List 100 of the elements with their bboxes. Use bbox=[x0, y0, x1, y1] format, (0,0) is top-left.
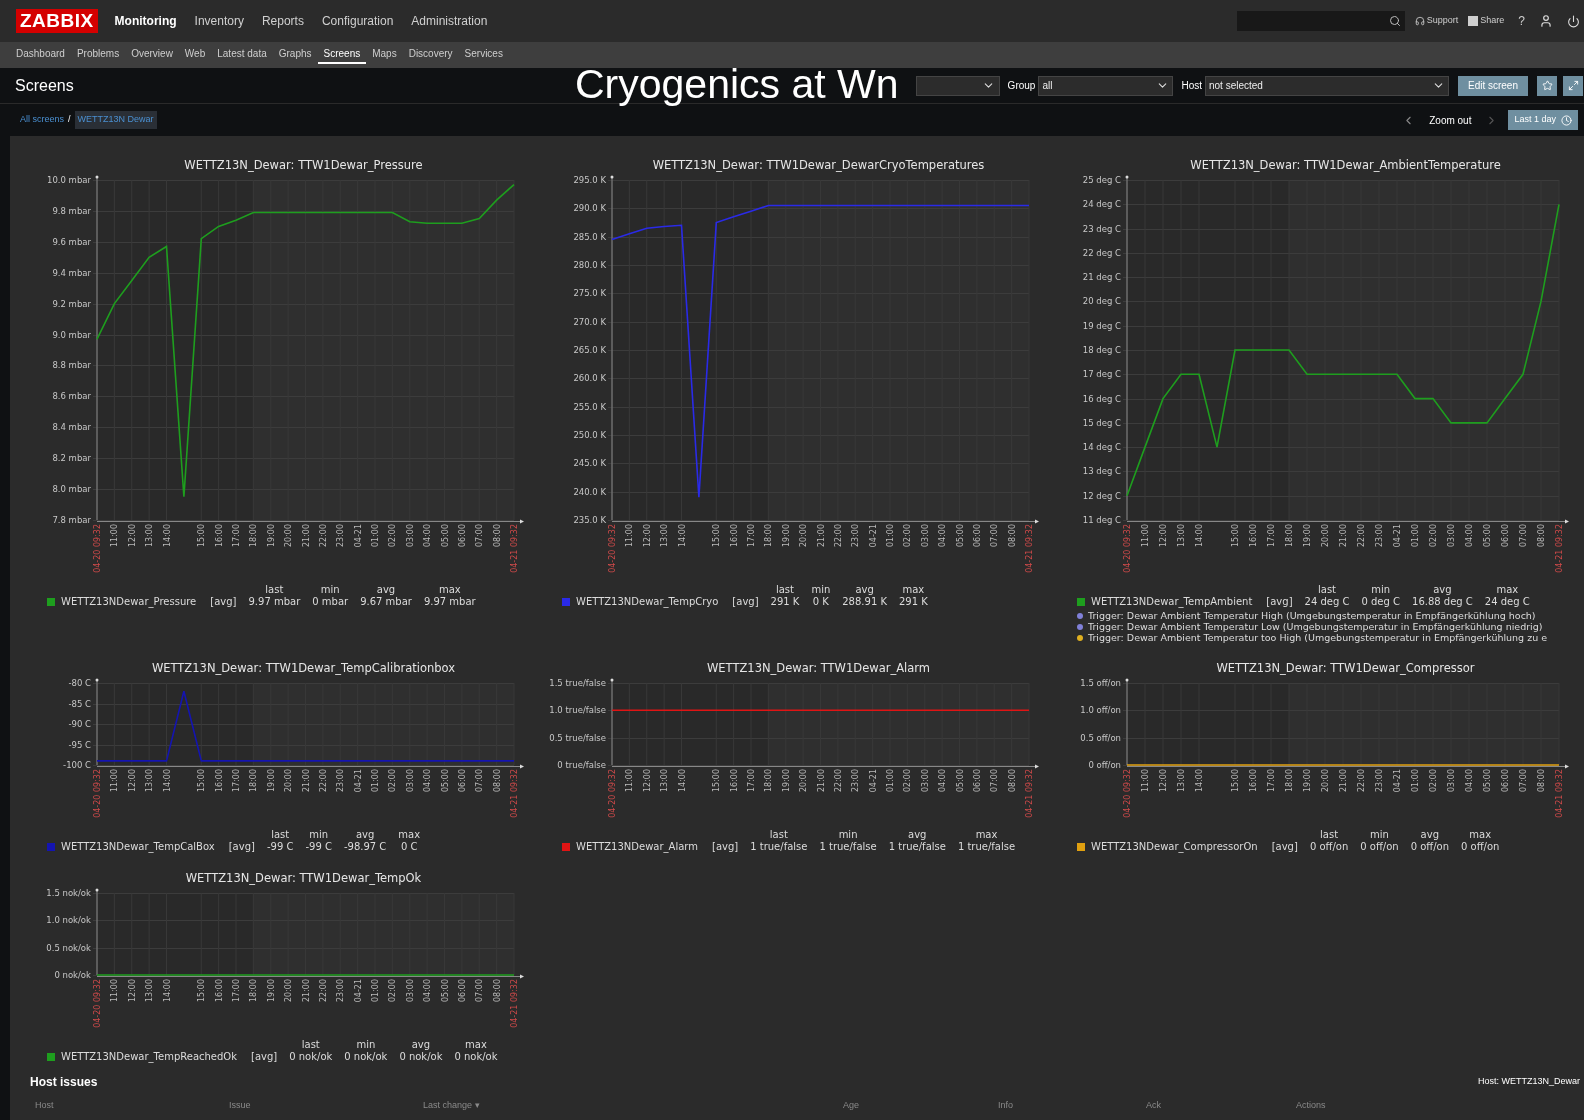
x-axis-label: 18:00 bbox=[249, 769, 259, 793]
sub-menu-tab[interactable]: Latest data bbox=[211, 46, 273, 64]
main-menu-tab[interactable]: Inventory bbox=[185, 12, 253, 30]
x-axis-label: 07:00 bbox=[475, 769, 485, 793]
x-axis-label: 06:00 bbox=[1501, 769, 1510, 793]
trigger-label: Trigger: Dewar Ambient Temperatur too High (Umgebungstemperatur in Empfängerkühlung zu e bbox=[1088, 632, 1548, 643]
stat-value: 1 true/false bbox=[750, 841, 808, 853]
sub-menu-tab[interactable]: Discovery bbox=[402, 46, 459, 64]
column-header[interactable]: Ack bbox=[1146, 1099, 1296, 1113]
x-axis-label: 01:00 bbox=[1411, 769, 1420, 793]
x-axis-label: 16:00 bbox=[1249, 769, 1258, 793]
stat-value: 0 deg C bbox=[1361, 596, 1401, 608]
sub-menu-tab[interactable]: Maps bbox=[366, 46, 403, 64]
x-axis-label: 21:00 bbox=[1339, 524, 1348, 548]
x-axis-label: 16:00 bbox=[214, 524, 224, 548]
y-axis-label: 14 deg C bbox=[1082, 442, 1121, 453]
logout-icon[interactable] bbox=[1567, 14, 1580, 28]
stat-value: 0 K bbox=[812, 596, 829, 608]
sub-menu-tab[interactable]: Web bbox=[178, 46, 212, 64]
stat-value: 9.97 mbar bbox=[423, 596, 476, 608]
y-axis-label: 9.8 mbar bbox=[52, 205, 91, 216]
aggregate-label: [avg] bbox=[251, 1051, 278, 1063]
main-menu-tab[interactable]: Configuration bbox=[312, 12, 403, 30]
breadcrumb-current[interactable]: WETTZ13N Dewar bbox=[74, 111, 157, 129]
x-axis-label: 04-20 09:32 bbox=[608, 524, 617, 573]
x-axis-label: 22:00 bbox=[318, 524, 328, 548]
sub-menu-tab[interactable]: Dashboard bbox=[10, 46, 71, 64]
x-axis-label: 05:00 bbox=[440, 769, 450, 793]
column-header[interactable]: Age bbox=[843, 1099, 998, 1113]
sub-menu-tab[interactable]: Screens bbox=[317, 46, 367, 64]
y-axis-label: 0.5 true/false bbox=[549, 732, 606, 743]
search-field[interactable] bbox=[1236, 11, 1405, 31]
stat-value: 1 true/false bbox=[957, 841, 1016, 853]
fullscreen-button[interactable] bbox=[1563, 75, 1583, 96]
series-name: WETTZ13NDewar_TempReachedOk bbox=[61, 1051, 237, 1063]
x-axis-label: 06:00 bbox=[972, 769, 982, 793]
x-axis-label: 14:00 bbox=[1195, 769, 1204, 793]
x-axis-label: 07:00 bbox=[475, 524, 485, 548]
support-link[interactable]: Support bbox=[1414, 14, 1459, 28]
x-axis-label: 17:00 bbox=[747, 524, 756, 548]
x-axis-label: 17:00 bbox=[1267, 524, 1276, 548]
logo[interactable]: ZABBIX bbox=[16, 9, 98, 33]
x-axis-label: 08:00 bbox=[492, 524, 502, 548]
x-axis-label: 04-21 bbox=[353, 979, 363, 1003]
x-axis-label: 04-21 09:32 bbox=[1555, 769, 1564, 818]
column-header[interactable]: Last change ▾ bbox=[423, 1099, 843, 1113]
main-menu-tab[interactable]: Reports bbox=[252, 12, 313, 30]
stat-value: 291 K bbox=[899, 596, 928, 608]
help-link[interactable]: ? bbox=[1518, 12, 1525, 30]
column-header[interactable]: Host bbox=[35, 1099, 229, 1113]
x-axis-label: 06:00 bbox=[457, 524, 467, 548]
x-axis-label: 02:00 bbox=[388, 524, 398, 548]
main-menu-tab[interactable]: Monitoring bbox=[105, 12, 186, 30]
user-icon[interactable] bbox=[1539, 14, 1553, 28]
stat-value: 16.88 deg C bbox=[1412, 596, 1473, 608]
main-menu-tab[interactable]: Administration bbox=[402, 12, 497, 30]
x-axis-label: 04:00 bbox=[938, 769, 948, 793]
x-axis-label: 13:00 bbox=[660, 524, 670, 548]
group-select[interactable]: all bbox=[1038, 75, 1174, 96]
x-axis-label: 01:00 bbox=[371, 769, 380, 793]
share-link[interactable]: Share bbox=[1468, 14, 1505, 28]
x-axis-label: 12:00 bbox=[127, 769, 137, 793]
favorite-button[interactable] bbox=[1537, 75, 1557, 96]
x-axis-label: 18:00 bbox=[249, 524, 259, 548]
x-axis-label: 23:00 bbox=[851, 524, 861, 548]
stat-value: 0 nok/ok bbox=[289, 1051, 333, 1063]
x-axis-label: 04-21 bbox=[353, 524, 363, 548]
x-axis-label: 08:00 bbox=[1007, 769, 1017, 793]
stat-value: 0 nok/ok bbox=[344, 1051, 388, 1063]
x-axis-label: 19:00 bbox=[266, 524, 276, 548]
x-axis-label: 04:00 bbox=[938, 524, 948, 548]
host-select[interactable]: not selected bbox=[1204, 75, 1449, 96]
x-axis-label: 04-21 bbox=[1393, 769, 1402, 793]
sub-menu-tab[interactable]: Services bbox=[458, 46, 509, 64]
sub-menu-tab[interactable]: Graphs bbox=[272, 46, 318, 64]
x-axis-label: 17:00 bbox=[232, 769, 241, 793]
y-axis-label: 1.5 nok/ok bbox=[46, 888, 91, 898]
x-axis-label: 04-20 09:32 bbox=[93, 979, 102, 1028]
column-header[interactable]: Actions bbox=[1296, 1099, 1584, 1113]
x-axis-label: 11:00 bbox=[110, 769, 120, 793]
y-axis-label: 245.0 K bbox=[573, 458, 606, 469]
stat-value: 1 true/false bbox=[888, 841, 946, 853]
stat-header: min bbox=[1370, 829, 1389, 841]
x-axis-label: 18:00 bbox=[1285, 769, 1294, 793]
stat-value: 0 nok/ok bbox=[399, 1051, 443, 1063]
x-axis-label: 13:00 bbox=[145, 524, 155, 548]
x-axis-label: 15:00 bbox=[197, 524, 207, 548]
sub-menu-tab[interactable]: Overview bbox=[125, 46, 179, 64]
x-axis-label: 22:00 bbox=[833, 524, 843, 548]
column-header[interactable]: Info bbox=[998, 1099, 1146, 1113]
breadcrumb-link[interactable]: All screens bbox=[20, 113, 64, 127]
y-axis-label: 10.0 mbar bbox=[47, 175, 91, 185]
x-axis-label: 20:00 bbox=[284, 769, 294, 793]
x-axis-label: 03:00 bbox=[920, 769, 930, 793]
column-header[interactable]: Issue bbox=[229, 1099, 423, 1113]
zoom-out-button[interactable]: Zoom out bbox=[1429, 112, 1472, 128]
x-axis-label: 19:00 bbox=[1303, 524, 1312, 548]
x-axis-label: 22:00 bbox=[833, 769, 843, 793]
x-axis-label: 04:00 bbox=[1465, 524, 1474, 548]
sub-menu-tab[interactable]: Problems bbox=[70, 46, 126, 64]
